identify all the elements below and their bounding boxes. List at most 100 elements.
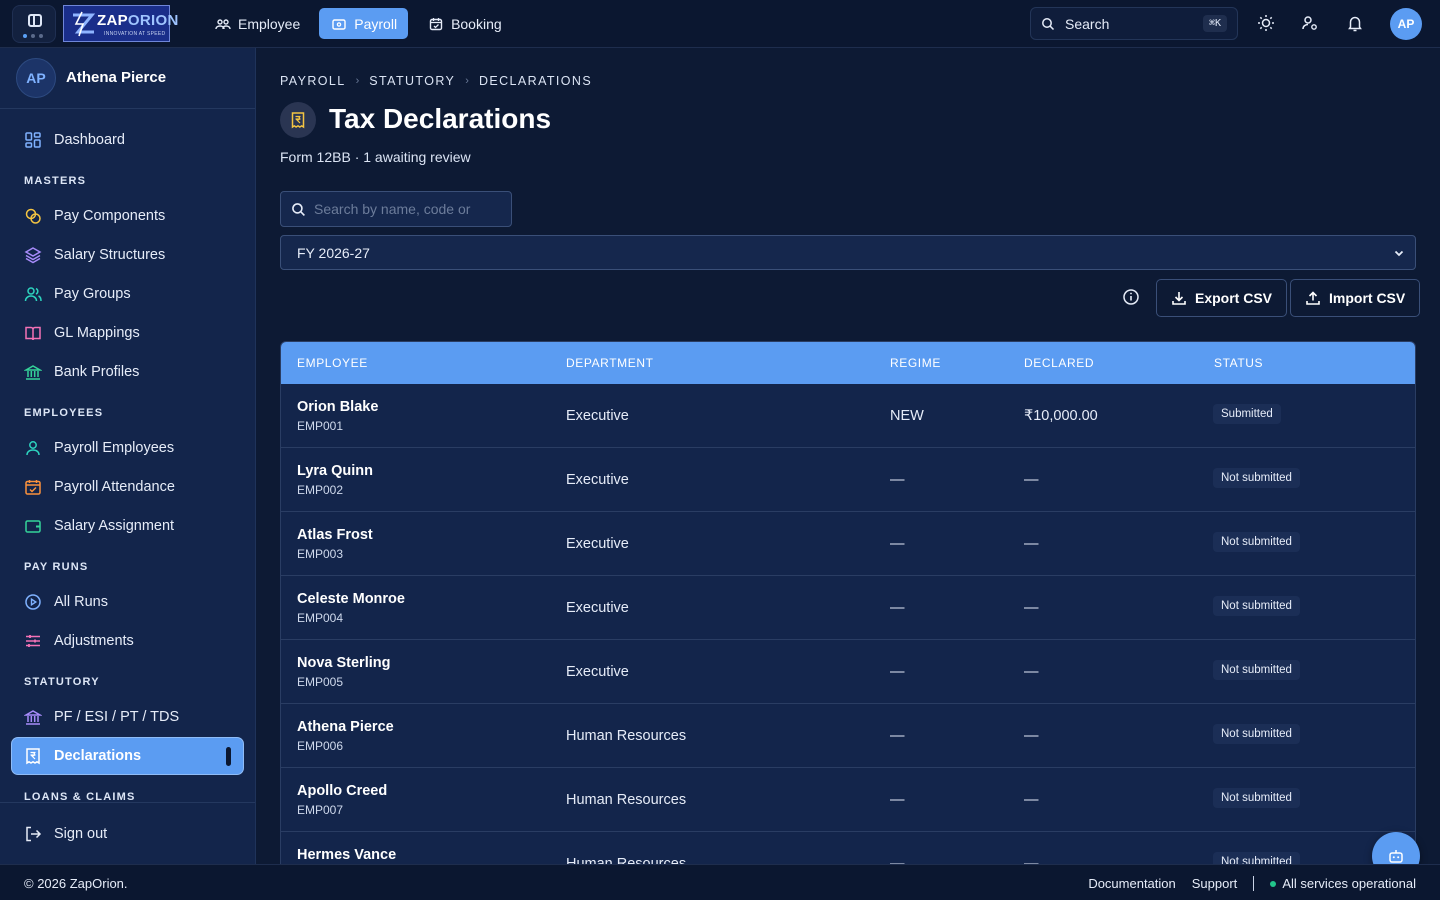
export-csv-button[interactable]: Export CSV bbox=[1156, 279, 1288, 317]
coins-icon bbox=[25, 208, 41, 224]
col-regime[interactable]: REGIME bbox=[890, 356, 941, 370]
employee-name: Nova Sterling bbox=[297, 655, 391, 671]
sidebar-item-payroll-employees[interactable]: Payroll Employees bbox=[12, 430, 243, 466]
status-badge: Submitted bbox=[1213, 404, 1281, 424]
copyright: © 2026 ZapOrion. bbox=[24, 876, 128, 891]
employee-name: Lyra Quinn bbox=[297, 463, 373, 479]
status-badge: Not submitted bbox=[1213, 660, 1300, 680]
brand-logo[interactable]: ZAPORION INNOVATION AT SPEED bbox=[63, 5, 178, 42]
receipt-rupee-icon bbox=[26, 748, 40, 765]
workspace-dots bbox=[23, 34, 43, 38]
sidebar-item-bank-profiles[interactable]: Bank Profiles bbox=[12, 354, 243, 390]
theme-toggle-icon[interactable] bbox=[1256, 13, 1276, 33]
nav-payroll[interactable]: Payroll bbox=[319, 8, 409, 39]
employee-name: Apollo Creed bbox=[297, 783, 388, 799]
fiscal-year-select[interactable]: FY 2026-27 bbox=[280, 235, 1416, 270]
regime-cell: — bbox=[890, 664, 905, 680]
status-badge: Not submitted bbox=[1213, 852, 1300, 864]
table-row[interactable]: Hermes Vance Human Resources — — Not submitt… bbox=[281, 832, 1415, 864]
calendar-check-icon bbox=[25, 480, 41, 495]
users-icon bbox=[215, 18, 231, 29]
section-employees: EMPLOYEES bbox=[24, 407, 104, 419]
table-row[interactable]: Athena Pierce EMP006 Human Resources — — Not … bbox=[281, 704, 1415, 768]
sidebar-item-pay-groups[interactable]: Pay Groups bbox=[12, 276, 243, 312]
col-declared[interactable]: DECLARED bbox=[1024, 356, 1094, 370]
employee-name: Celeste Monroe bbox=[297, 591, 405, 607]
global-search-button[interactable]: Search ⌘K bbox=[1030, 7, 1238, 40]
support-link[interactable]: Support bbox=[1192, 876, 1238, 891]
regime-cell: NEW bbox=[890, 408, 924, 424]
nav-employee[interactable]: Employee bbox=[203, 8, 311, 39]
import-csv-button[interactable]: Import CSV bbox=[1290, 279, 1421, 317]
bell-icon[interactable] bbox=[1345, 13, 1365, 33]
breadcrumb-payroll[interactable]: PAYROLL bbox=[280, 74, 346, 88]
declared-amount: — bbox=[1024, 792, 1039, 808]
sidebar-item-pf-esi-pt-tds[interactable]: PF / ESI / PT / TDS bbox=[12, 699, 243, 735]
employee-code: EMP006 bbox=[297, 739, 344, 753]
employee-code: EMP005 bbox=[297, 675, 344, 689]
user-name: Athena Pierce bbox=[66, 69, 167, 86]
table-row[interactable]: Lyra Quinn EMP002 Executive — — Not submitted bbox=[281, 448, 1415, 512]
declared-amount: — bbox=[1024, 536, 1039, 552]
breadcrumb-declarations: DECLARATIONS bbox=[478, 74, 593, 88]
wallet-icon bbox=[332, 18, 346, 30]
page-title: Tax Declarations bbox=[329, 103, 552, 134]
wallet-icon bbox=[25, 520, 41, 533]
department-cell: Human Resources bbox=[566, 728, 687, 744]
sidebar-item-gl-mappings[interactable]: GL Mappings bbox=[12, 315, 243, 351]
play-circle-icon bbox=[25, 594, 41, 610]
table-row[interactable]: Orion Blake EMP001 Executive NEW ₹10,000.00 S… bbox=[281, 384, 1415, 448]
sidebar-footer: Sign out bbox=[0, 802, 255, 864]
system-status[interactable]: All services operational bbox=[1270, 876, 1416, 891]
top-nav: Employee Payroll Booking bbox=[203, 8, 513, 39]
employee-name: Athena Pierce bbox=[297, 719, 394, 735]
col-department[interactable]: DEPARTMENT bbox=[566, 356, 654, 370]
documentation-link[interactable]: Documentation bbox=[1088, 876, 1175, 891]
avatar: AP bbox=[16, 58, 56, 98]
section-pay-runs: PAY RUNS bbox=[24, 561, 89, 573]
sidebar-item-adjustments[interactable]: Adjustments bbox=[12, 623, 243, 659]
col-employee[interactable]: EMPLOYEE bbox=[297, 356, 368, 370]
sidebar-item-dashboard[interactable]: Dashboard bbox=[12, 122, 243, 158]
table-row[interactable]: Celeste Monroe EMP004 Executive — — Not submi… bbox=[281, 576, 1415, 640]
user-settings-icon[interactable] bbox=[1300, 13, 1320, 33]
bank-icon bbox=[24, 710, 42, 725]
search-input[interactable] bbox=[314, 201, 504, 217]
regime-cell: — bbox=[890, 472, 905, 488]
section-masters: MASTERS bbox=[24, 175, 87, 187]
employee-code: EMP002 bbox=[297, 483, 344, 497]
sidebar-item-salary-structures[interactable]: Salary Structures bbox=[12, 237, 243, 273]
download-icon bbox=[1172, 292, 1186, 305]
sidebar-item-salary-assignment[interactable]: Salary Assignment bbox=[12, 508, 243, 544]
top-bar: ZAPORION INNOVATION AT SPEED Employee Pa… bbox=[0, 0, 1440, 48]
info-icon[interactable] bbox=[1122, 288, 1140, 306]
search-icon bbox=[292, 202, 305, 216]
status-badge: Not submitted bbox=[1213, 532, 1300, 552]
sidebar-user-card[interactable]: AP Athena Pierce bbox=[0, 48, 255, 109]
table-body: Orion Blake EMP001 Executive NEW ₹10,000.00 S… bbox=[281, 384, 1415, 864]
sidebar-item-all-runs[interactable]: All Runs bbox=[12, 584, 243, 620]
brand-tagline: INNOVATION AT SPEED bbox=[104, 31, 166, 37]
table-row[interactable]: Apollo Creed EMP007 Human Resources — — Not s… bbox=[281, 768, 1415, 832]
active-indicator bbox=[226, 747, 231, 766]
calendar-icon bbox=[429, 17, 443, 30]
sidebar-item-payroll-attendance[interactable]: Payroll Attendance bbox=[12, 469, 243, 505]
regime-cell: — bbox=[890, 792, 905, 808]
bot-icon bbox=[1389, 850, 1403, 863]
sidebar-item-declarations[interactable]: Declarations bbox=[12, 738, 243, 774]
search-label: Search bbox=[1065, 15, 1110, 32]
status-badge: Not submitted bbox=[1213, 468, 1300, 488]
breadcrumb-statutory[interactable]: STATUTORY bbox=[369, 74, 455, 88]
receipt-rupee-icon bbox=[291, 112, 305, 129]
sidebar-item-pay-components[interactable]: Pay Components bbox=[12, 198, 243, 234]
sign-out-button[interactable]: Sign out bbox=[12, 816, 243, 852]
declared-amount: — bbox=[1024, 472, 1039, 488]
user-avatar-button[interactable]: AP bbox=[1390, 8, 1422, 40]
search-shortcut: ⌘K bbox=[1202, 15, 1227, 32]
table-row[interactable]: Nova Sterling EMP005 Executive — — Not submit… bbox=[281, 640, 1415, 704]
table-row[interactable]: Atlas Frost EMP003 Executive — — Not submitte… bbox=[281, 512, 1415, 576]
sidebar-toggle-button[interactable] bbox=[12, 5, 56, 43]
declared-amount: — bbox=[1024, 600, 1039, 616]
nav-booking[interactable]: Booking bbox=[416, 8, 513, 39]
col-status[interactable]: STATUS bbox=[1214, 356, 1263, 370]
